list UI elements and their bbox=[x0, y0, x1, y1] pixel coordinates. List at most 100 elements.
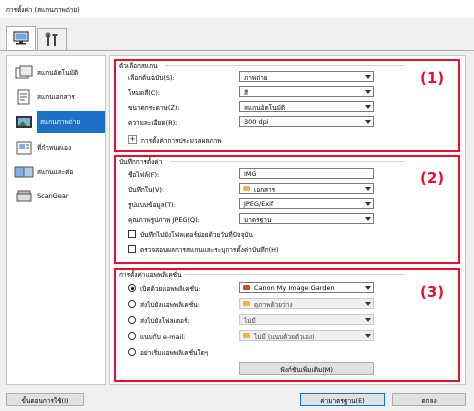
select-source-value: ภาพถ่าย bbox=[244, 74, 268, 82]
open-with-app-value: Canon My Image Garden bbox=[254, 284, 335, 292]
file-name-input[interactable]: IMG bbox=[239, 168, 374, 179]
sidebar-item-custom-scan[interactable]: ที่กำหนดเอง bbox=[37, 137, 105, 159]
sidebar-item-label: ที่กำหนดเอง bbox=[37, 144, 72, 152]
save-in-value: เอกสาร bbox=[254, 186, 276, 194]
chevron-down-icon bbox=[365, 217, 371, 221]
app-settings-title: การตั้งค่าแอพพลิเคชั่น bbox=[119, 271, 182, 279]
group-divider bbox=[170, 161, 405, 162]
chevron-down-icon bbox=[365, 334, 371, 338]
photo-scan-icon bbox=[14, 114, 34, 130]
sidebar-item-scangear[interactable]: ScanGear bbox=[37, 185, 105, 207]
tab-bar bbox=[0, 18, 474, 51]
chevron-down-icon bbox=[365, 187, 371, 191]
chevron-down-icon bbox=[365, 302, 371, 306]
send-to-app-label: ส่งไปยังแอพพลิเคชั่น: bbox=[140, 301, 200, 309]
attach-email-value: ไม่มี (แนบด้วยตัวเอง) bbox=[254, 333, 315, 341]
chevron-down-icon bbox=[365, 90, 371, 94]
stitch-scan-icon bbox=[14, 164, 34, 180]
send-to-folder-label: ส่งไปยังโฟลเดอร์: bbox=[140, 317, 190, 325]
no-app-label: อย่าเริ่มแอพพลิเคชั่นใดๆ bbox=[140, 349, 209, 357]
chevron-down-icon bbox=[365, 202, 371, 206]
file-name-label: ชื่อไฟล์(F): bbox=[128, 171, 160, 179]
save-in-label: บันทึกใน(V): bbox=[128, 186, 165, 194]
attach-email-radio[interactable] bbox=[128, 332, 136, 340]
sidebar-item-auto-scan[interactable]: สแกนอัตโนมัติ bbox=[37, 62, 105, 84]
check-results-checkbox[interactable] bbox=[128, 245, 136, 253]
open-with-app-radio[interactable] bbox=[128, 284, 136, 292]
tab-general-settings[interactable] bbox=[37, 28, 67, 50]
resolution-dropdown[interactable]: 300 dpi bbox=[239, 116, 374, 127]
jpeg-quality-label: คุณภาพรูปภาพ JPEG(Q): bbox=[128, 216, 200, 224]
tab-scan-from-computer[interactable] bbox=[6, 26, 36, 51]
app-icon bbox=[243, 301, 250, 306]
general-settings-icon bbox=[45, 32, 58, 46]
check-results-label: ตรวจสอบผลการสแกนและระบุการตั้งค่าบันทึก(… bbox=[140, 246, 279, 254]
color-mode-label: โหมดสี(C): bbox=[128, 89, 161, 97]
app-icon bbox=[243, 285, 250, 290]
chevron-down-icon bbox=[365, 105, 371, 109]
color-mode-value: สี bbox=[244, 89, 248, 97]
save-in-dropdown[interactable]: เอกสาร bbox=[239, 183, 374, 194]
scan-options-title: ตัวเลือกสแกน bbox=[119, 62, 158, 70]
instructions-button[interactable]: ขั้นตอนการใช้(I) bbox=[6, 393, 84, 406]
window-title: การตั้งค่า (สแกนภาพถ่าย) bbox=[0, 0, 474, 18]
data-format-dropdown[interactable]: JPEG/Exif bbox=[239, 198, 374, 209]
sidebar: สแกนอัตโนมัติ สแกนเอกสาร สแกนภาพถ่าย ที่… bbox=[6, 55, 106, 385]
auto-scan-icon bbox=[14, 65, 34, 81]
image-processing-label[interactable]: การตั้งค่าการประมวลผลภาพ bbox=[141, 136, 222, 146]
chevron-down-icon bbox=[365, 75, 371, 79]
subfolder-label: บันทึกไปยังโฟลเดอร์ย่อยด้วยวันที่ปัจจุบั… bbox=[140, 231, 253, 239]
document-scan-icon bbox=[14, 89, 34, 105]
select-source-label: เลือกต้นฉบับ(S): bbox=[128, 74, 175, 82]
annotation-label-1: (1) bbox=[420, 69, 445, 87]
scangear-icon bbox=[14, 188, 34, 204]
attach-email-dropdown[interactable]: ไม่มี (แนบด้วยตัวเอง) bbox=[239, 330, 374, 341]
jpeg-quality-value: มาตรฐาน bbox=[244, 216, 272, 224]
open-with-app-label: เปิดด้วยแอพพลิเคชั่น: bbox=[140, 285, 201, 293]
color-mode-dropdown[interactable]: สี bbox=[239, 86, 374, 97]
resolution-value: 300 dpi bbox=[244, 118, 269, 126]
scan-from-computer-icon bbox=[13, 31, 29, 45]
expand-image-processing-button[interactable]: + bbox=[128, 135, 137, 144]
sidebar-item-label: สแกนและต่อ bbox=[37, 168, 74, 176]
send-to-app-radio[interactable] bbox=[128, 300, 136, 308]
sidebar-item-photo-scan[interactable]: สแกนภาพถ่าย bbox=[37, 111, 105, 133]
custom-scan-icon bbox=[14, 140, 34, 156]
subfolder-checkbox[interactable] bbox=[128, 230, 136, 238]
send-to-folder-value: ไม่มี bbox=[244, 317, 256, 325]
sidebar-item-label: สแกนภาพถ่าย bbox=[40, 118, 81, 126]
data-format-label: รูปแบบข้อมูล(T): bbox=[128, 201, 176, 209]
defaults-button[interactable]: ค่ามาตรฐาน(E) bbox=[300, 393, 385, 406]
sidebar-item-label: สแกนเอกสาร bbox=[37, 93, 75, 101]
no-app-radio[interactable] bbox=[128, 348, 136, 356]
settings-panel: (1) ตัวเลือกสแกน เลือกต้นฉบับ(S): ภาพถ่า… bbox=[109, 55, 466, 385]
group-divider bbox=[185, 274, 405, 275]
chevron-down-icon bbox=[365, 286, 371, 290]
group-divider bbox=[165, 65, 405, 66]
send-to-app-value: ดูภาพด้วยว่าง bbox=[254, 301, 293, 309]
sidebar-item-stitch-scan[interactable]: สแกนและต่อ bbox=[37, 161, 105, 183]
data-format-value: JPEG/Exif bbox=[244, 200, 274, 208]
paper-size-dropdown[interactable]: สแกนอัตโนมัติ bbox=[239, 101, 374, 112]
select-source-dropdown[interactable]: ภาพถ่าย bbox=[239, 71, 374, 82]
save-settings-title: บันทึกการตั้งค่า bbox=[119, 158, 163, 166]
ok-button[interactable]: ตกลง bbox=[392, 393, 466, 406]
send-to-app-dropdown[interactable]: ดูภาพด้วยว่าง bbox=[239, 298, 374, 309]
annotation-label-3: (3) bbox=[420, 283, 445, 301]
attach-email-label: แนบกับ e-mail: bbox=[140, 333, 186, 341]
resolution-label: ความละเอียด(R): bbox=[128, 119, 178, 127]
paper-size-value: สแกนอัตโนมัติ bbox=[244, 104, 286, 112]
sidebar-item-label: ScanGear bbox=[37, 192, 69, 200]
open-with-app-dropdown[interactable]: Canon My Image Garden bbox=[239, 282, 374, 293]
annotation-label-2: (2) bbox=[420, 169, 445, 187]
folder-icon bbox=[243, 186, 250, 191]
paper-size-label: ขนาดกระดาษ(Z): bbox=[128, 104, 180, 112]
send-to-folder-dropdown[interactable]: ไม่มี bbox=[239, 314, 374, 325]
more-functions-button[interactable]: ฟังก์ชันเพิ่มเติม(M) bbox=[239, 362, 374, 375]
sidebar-item-label: สแกนอัตโนมัติ bbox=[37, 69, 79, 77]
sidebar-item-document-scan[interactable]: สแกนเอกสาร bbox=[37, 86, 105, 108]
send-to-folder-radio[interactable] bbox=[128, 316, 136, 324]
jpeg-quality-dropdown[interactable]: มาตรฐาน bbox=[239, 213, 374, 224]
tab-divider bbox=[0, 50, 474, 51]
chevron-down-icon bbox=[365, 318, 371, 322]
